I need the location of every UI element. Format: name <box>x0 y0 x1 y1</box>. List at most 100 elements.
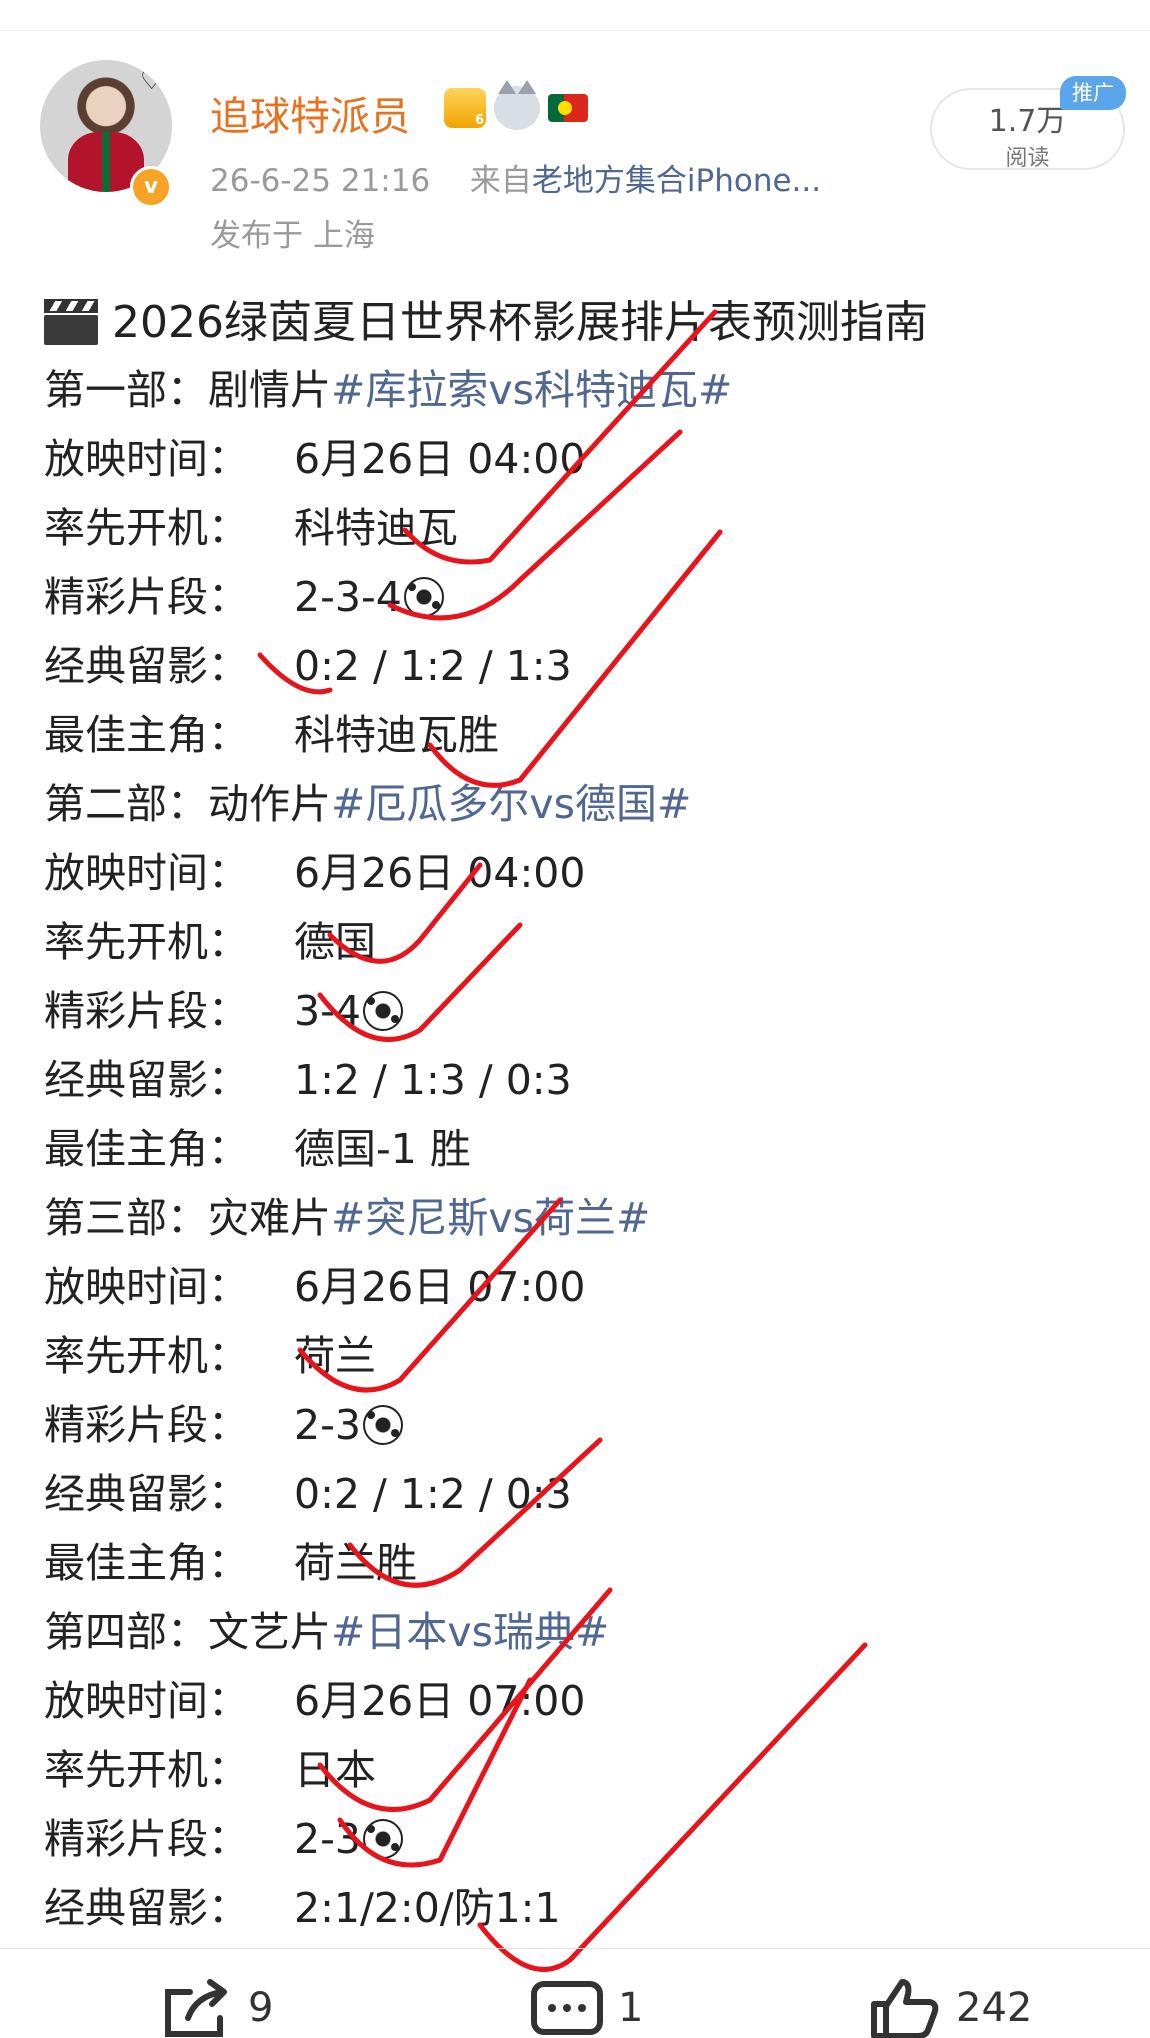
post-meta: 26-6-25 21:16 来自老地方集合iPhone... <box>210 155 821 200</box>
post-location: 发布于 上海 <box>210 218 375 254</box>
row-value: 灾难片 <box>208 1194 331 1242</box>
level-badge-number: 6 <box>474 113 484 128</box>
schedule-row: 最佳主角： 荷兰胜 <box>44 1529 1124 1598</box>
row-value: 动作片 <box>208 780 331 828</box>
row-value: 2:1/2:0/防1:1 <box>294 1884 561 1932</box>
row-value: 6月26日 07:00 <box>294 1677 586 1725</box>
row-label: 放映时间： <box>44 435 249 483</box>
row-value: 2-3 <box>294 1401 361 1449</box>
like-icon <box>871 1979 939 2038</box>
row-label: 经典留影： <box>44 1884 249 1932</box>
soccer-ball-icon <box>362 991 403 1031</box>
crown-icon[interactable]: 6 <box>444 88 486 128</box>
soccer-ball-icon <box>403 577 444 617</box>
schedule-row: 最佳主角： 德国-1 胜 <box>44 1115 1124 1184</box>
top-divider <box>0 30 1150 31</box>
row-label: 精彩片段： <box>44 1815 249 1863</box>
schedule-row: 精彩片段： 3-4 <box>44 977 1124 1046</box>
schedule-row: 放映时间： 6月26日 07:00 <box>44 1667 1124 1736</box>
schedule-row: 最佳主角： 科特迪瓦胜 <box>44 701 1124 770</box>
row-label: 经典留影： <box>44 1056 249 1104</box>
row-label: 最佳主角： <box>44 711 249 759</box>
schedule-row: 经典留影： 0:2 / 1:2 / 1:3 <box>44 632 1124 701</box>
row-label: 第三部： <box>44 1194 208 1242</box>
portugal-flag-icon[interactable] <box>548 94 588 122</box>
repost-button[interactable]: 9 <box>160 1978 273 2038</box>
repost-count: 9 <box>248 1985 274 2031</box>
row-value: 荷兰胜 <box>294 1539 417 1587</box>
schedule-row: 率先开机： 德国 <box>44 908 1124 977</box>
cat-icon[interactable] <box>494 80 540 130</box>
row-label: 率先开机： <box>44 1332 249 1380</box>
row-value: 荷兰 <box>294 1332 376 1380</box>
schedule-row: 第四部：文艺片 #日本vs瑞典# <box>44 1598 1124 1667</box>
schedule-row: 率先开机： 荷兰 <box>44 1322 1124 1391</box>
schedule-row: 放映时间： 6月26日 04:00 <box>44 425 1124 494</box>
schedule-row: 经典留影： 2:1/2:0/防1:1 <box>44 1874 1124 1943</box>
comment-button[interactable]: 1 <box>530 1978 643 2038</box>
row-value: 科特迪瓦胜 <box>294 711 499 759</box>
row-label: 率先开机： <box>44 504 249 552</box>
row-label: 放映时间： <box>44 849 249 897</box>
post-source-link[interactable]: 老地方集合iPhone... <box>532 163 821 199</box>
schedule-rows: 第一部：剧情片 #库拉索vs科特迪瓦# 放映时间： 6月26日 04:00 率先开机：… <box>44 356 1124 1943</box>
schedule-row: 精彩片段： 2-3 <box>44 1391 1124 1460</box>
row-value: 1:2 / 1:3 / 0:3 <box>294 1056 572 1104</box>
row-value: 剧情片 <box>208 366 331 414</box>
schedule-row: 率先开机： 科特迪瓦 <box>44 494 1124 563</box>
verified-badge-icon: v <box>130 166 172 208</box>
comment-count: 1 <box>618 1985 644 2031</box>
row-value: 2-3 <box>294 1815 361 1863</box>
hashtag-link[interactable]: #突尼斯vs荷兰# <box>331 1194 650 1242</box>
row-value: 2-3-4 <box>294 573 402 621</box>
post-datetime: 26-6-25 21:16 <box>210 163 431 199</box>
row-label: 精彩片段： <box>44 987 249 1035</box>
post-title-line: 2026绿茵夏日世界杯影展排片表预测指南 <box>44 290 1124 356</box>
row-label: 率先开机： <box>44 1746 249 1794</box>
row-label: 第二部： <box>44 780 208 828</box>
comment-icon <box>531 1981 603 2035</box>
post-title: 2026绿茵夏日世界杯影展排片表预测指南 <box>112 297 928 348</box>
row-value: 文艺片 <box>208 1608 331 1656</box>
schedule-row: 放映时间： 6月26日 04:00 <box>44 839 1124 908</box>
user-badges: 6 <box>444 80 588 130</box>
schedule-row: 精彩片段： 2-3 <box>44 1805 1124 1874</box>
avatar-doodle-heart: ♡ <box>140 66 164 96</box>
row-label: 经典留影： <box>44 1470 249 1518</box>
row-label: 最佳主角： <box>44 1539 249 1587</box>
like-count: 242 <box>956 1985 1033 2031</box>
hashtag-link[interactable]: #厄瓜多尔vs德国# <box>331 780 691 828</box>
schedule-row: 精彩片段： 2-3-4 <box>44 563 1124 632</box>
row-value: 0:2 / 1:2 / 0:3 <box>294 1470 572 1518</box>
clapperboard-icon <box>44 299 98 345</box>
username[interactable]: 追球特派员 <box>210 84 410 142</box>
soccer-ball-icon <box>362 1819 403 1859</box>
row-label: 率先开机： <box>44 918 249 966</box>
soccer-ball-icon <box>362 1405 403 1445</box>
schedule-row: 第二部：动作片 #厄瓜多尔vs德国# <box>44 770 1124 839</box>
schedule-row: 经典留影： 0:2 / 1:2 / 0:3 <box>44 1460 1124 1529</box>
hashtag-link[interactable]: #日本vs瑞典# <box>331 1608 609 1656</box>
hashtag-link[interactable]: #库拉索vs科特迪瓦# <box>331 366 732 414</box>
source-prefix: 来自 <box>469 163 532 199</box>
row-label: 放映时间： <box>44 1263 249 1311</box>
post-content: 2026绿茵夏日世界杯影展排片表预测指南 第一部：剧情片 #库拉索vs科特迪瓦#… <box>44 290 1124 1943</box>
row-value: 科特迪瓦 <box>294 504 458 552</box>
row-value: 3-4 <box>294 987 361 1035</box>
schedule-row: 放映时间： 6月26日 07:00 <box>44 1253 1124 1322</box>
row-label: 精彩片段： <box>44 573 249 621</box>
row-label: 第一部： <box>44 366 208 414</box>
row-label: 最佳主角： <box>44 1125 249 1173</box>
row-value: 0:2 / 1:2 / 1:3 <box>294 642 572 690</box>
action-bar-divider <box>0 1948 1150 1949</box>
avatar-doodle-question: ? <box>46 62 60 92</box>
row-label: 第四部： <box>44 1608 208 1656</box>
schedule-row: 经典留影： 1:2 / 1:3 / 0:3 <box>44 1046 1124 1115</box>
like-button[interactable]: 242 <box>868 1978 1032 2038</box>
schedule-row: 第三部：灾难片 #突尼斯vs荷兰# <box>44 1184 1124 1253</box>
repost-icon <box>165 1979 227 2037</box>
promo-badge: 推广 <box>1060 76 1126 110</box>
row-value: 6月26日 04:00 <box>294 435 586 483</box>
row-value: 德国 <box>294 918 376 966</box>
row-label: 经典留影： <box>44 642 249 690</box>
